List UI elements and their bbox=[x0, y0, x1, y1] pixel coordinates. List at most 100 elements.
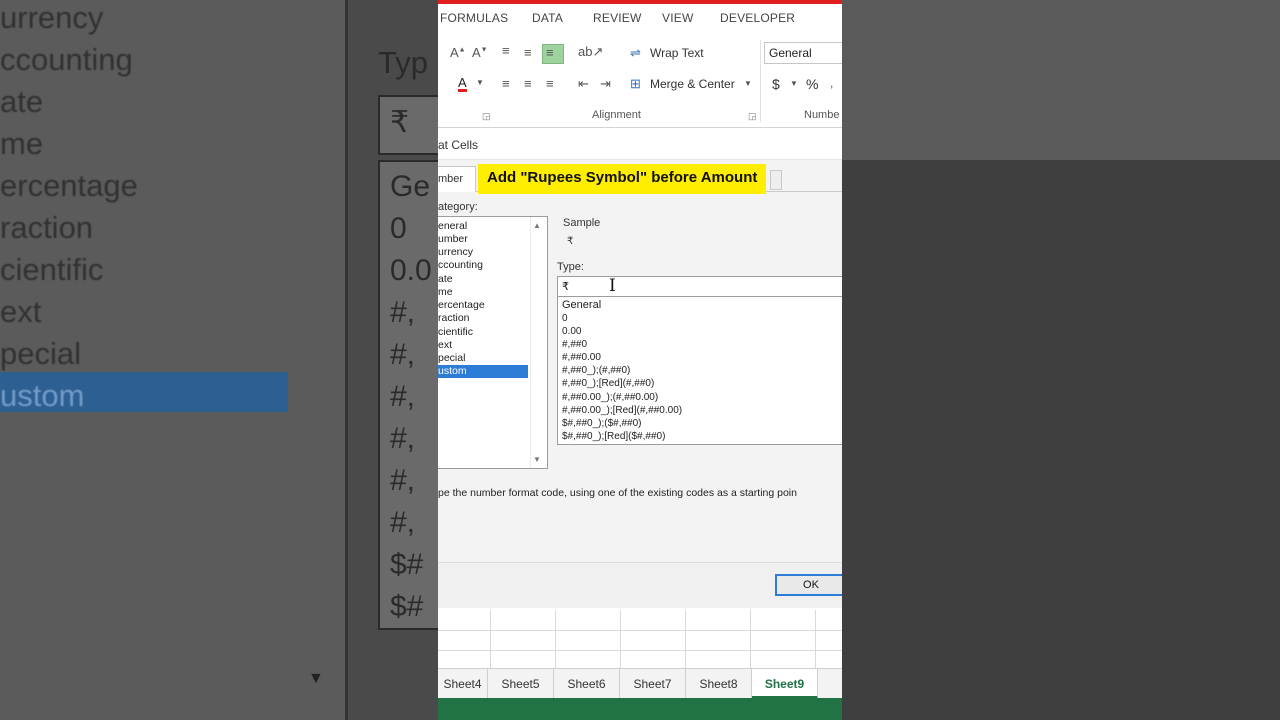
category-item[interactable]: eneral bbox=[438, 220, 528, 233]
category-item[interactable]: me bbox=[438, 286, 528, 299]
category-item[interactable]: raction bbox=[438, 312, 528, 325]
type-list-item[interactable]: General bbox=[562, 299, 601, 312]
type-label: Type: bbox=[557, 261, 584, 273]
increase-font-icon[interactable]: A▲ bbox=[450, 45, 466, 60]
type-list-item[interactable]: 0.00 bbox=[562, 325, 581, 338]
background-category: raction bbox=[0, 210, 94, 245]
tab-view[interactable]: VIEW bbox=[662, 11, 693, 25]
title-accent-bar bbox=[438, 0, 842, 4]
sheet-tab[interactable]: Sheet5 bbox=[488, 669, 554, 699]
sheet-tab[interactable]: Sheet6 bbox=[554, 669, 620, 699]
percent-format-button[interactable]: % bbox=[806, 76, 818, 92]
category-item[interactable]: cientific bbox=[438, 326, 528, 339]
category-item[interactable]: ercentage bbox=[438, 299, 528, 312]
category-item[interactable]: ate bbox=[438, 273, 528, 286]
tab-next[interactable] bbox=[770, 170, 782, 190]
sheet-tab[interactable]: Sheet8 bbox=[686, 669, 752, 699]
tab-data[interactable]: DATA bbox=[532, 11, 563, 25]
sheet-tabs: Sheet4 Sheet5 Sheet6 Sheet7 Sheet8 Sheet… bbox=[438, 668, 842, 699]
sheet-tab[interactable]: Sheet7 bbox=[620, 669, 686, 699]
comma-style-icon[interactable]: , bbox=[830, 76, 833, 90]
decrease-indent-icon[interactable]: ⇤ bbox=[578, 76, 589, 92]
category-item[interactable]: pecial bbox=[438, 352, 528, 365]
background-list-item: #, bbox=[390, 296, 416, 329]
dialog-launcher-icon[interactable]: ◲ bbox=[482, 111, 491, 122]
category-item[interactable]: umber bbox=[438, 233, 528, 246]
type-list-item[interactable]: #,##0 bbox=[562, 338, 587, 351]
background-list-item: Ge bbox=[390, 170, 431, 203]
tab-developer[interactable]: DEVELOPER bbox=[720, 11, 795, 25]
align-center-icon[interactable]: ≡ bbox=[524, 76, 532, 91]
chevron-down-icon[interactable]: ▼ bbox=[790, 79, 798, 88]
alignment-group-label: Alignment bbox=[592, 109, 641, 121]
sheet-tab[interactable]: Sheet4 bbox=[438, 669, 488, 699]
number-group-label: Numbe bbox=[804, 109, 840, 121]
worksheet-grid[interactable] bbox=[438, 610, 842, 668]
chevron-down-icon[interactable]: ▼ bbox=[476, 78, 484, 87]
background-list-item: #, bbox=[390, 422, 416, 455]
grid-column-line bbox=[685, 610, 686, 668]
increase-indent-icon[interactable]: ⇥ bbox=[600, 76, 611, 92]
type-list[interactable]: General 0 0.00 #,##0 #,##0.00 #,##0_);(#… bbox=[557, 297, 842, 445]
type-list-item[interactable]: 0 bbox=[562, 312, 568, 325]
wrap-text-icon: ⇌ bbox=[630, 45, 641, 60]
align-middle-icon[interactable]: ≡ bbox=[524, 45, 532, 60]
ribbon: FORMULAS DATA REVIEW VIEW DEVELOPER A▲ A… bbox=[438, 0, 842, 128]
currency-format-button[interactable]: $ bbox=[772, 76, 780, 92]
type-list-item[interactable]: #,##0.00 bbox=[562, 351, 601, 364]
type-list-item[interactable]: $#,##0_);($#,##0) bbox=[562, 417, 642, 430]
background-category: ccounting bbox=[0, 42, 133, 77]
type-input[interactable]: ₹ bbox=[557, 276, 842, 297]
type-list-item[interactable]: #,##0.00_);[Red](#,##0.00) bbox=[562, 404, 682, 417]
chevron-down-icon[interactable]: ▼ bbox=[744, 79, 752, 88]
background-category: ext bbox=[0, 294, 42, 329]
background-list-item: #, bbox=[390, 380, 416, 413]
orientation-icon[interactable]: ab↗ bbox=[578, 44, 603, 60]
category-list[interactable]: eneral umber urrency ccounting ate me er… bbox=[438, 216, 548, 469]
type-list-item[interactable]: #,##0_);(#,##0) bbox=[562, 364, 630, 377]
excel-window: FORMULAS DATA REVIEW VIEW DEVELOPER A▲ A… bbox=[438, 0, 842, 720]
type-list-item[interactable]: #,##0_);[Red](#,##0) bbox=[562, 377, 654, 390]
format-cells-dialog: at Cells mber Add "Rupees Symbol" before… bbox=[438, 130, 842, 608]
ok-button[interactable]: OK bbox=[775, 574, 842, 596]
background-category: ercentage bbox=[0, 168, 138, 203]
category-item[interactable]: ccounting bbox=[438, 259, 528, 272]
tab-number[interactable]: mber bbox=[438, 166, 476, 192]
align-left-icon[interactable]: ≡ bbox=[502, 76, 510, 91]
category-item[interactable]: urrency bbox=[438, 246, 528, 259]
background-list-item: #, bbox=[390, 464, 416, 497]
background-type-value: ₹ bbox=[390, 106, 410, 139]
tutorial-banner: Add "Rupees Symbol" before Amount bbox=[478, 164, 767, 194]
background-category: ate bbox=[0, 84, 44, 119]
scroll-up-icon[interactable]: ▲ bbox=[533, 221, 541, 230]
background-category: urrency bbox=[0, 0, 104, 35]
background-list-item: 0.0 bbox=[390, 254, 432, 287]
wrap-text-button[interactable]: Wrap Text bbox=[650, 46, 704, 60]
background-category: cientific bbox=[0, 252, 104, 287]
status-bar bbox=[438, 698, 842, 720]
category-scrollbar[interactable] bbox=[530, 217, 531, 468]
grid-column-line bbox=[490, 610, 491, 668]
merge-center-icon: ⊞ bbox=[630, 76, 641, 91]
align-right-icon[interactable]: ≡ bbox=[546, 76, 554, 91]
type-list-item[interactable]: #,##0.00_);(#,##0.00) bbox=[562, 391, 658, 404]
background-list-item: 0 bbox=[390, 212, 407, 245]
background-divider bbox=[345, 0, 348, 720]
tab-review[interactable]: REVIEW bbox=[593, 11, 642, 25]
category-item[interactable]: ext bbox=[438, 339, 528, 352]
category-item-selected[interactable]: ustom bbox=[438, 365, 528, 378]
grid-column-line bbox=[815, 610, 816, 668]
grid-row-line bbox=[438, 630, 842, 631]
font-color-icon[interactable]: A bbox=[458, 76, 467, 92]
background-category: me bbox=[0, 126, 44, 161]
merge-center-button[interactable]: Merge & Center bbox=[650, 77, 735, 91]
scroll-down-icon[interactable]: ▼ bbox=[533, 455, 541, 464]
background-scroll-down-icon: ▼ bbox=[308, 670, 324, 687]
number-format-select[interactable]: General bbox=[764, 42, 842, 64]
align-top-icon[interactable]: ≡ bbox=[502, 43, 510, 58]
decrease-font-icon[interactable]: A▼ bbox=[472, 45, 488, 60]
tab-formulas[interactable]: FORMULAS bbox=[440, 11, 508, 25]
sheet-tab-active[interactable]: Sheet9 bbox=[752, 669, 818, 699]
dialog-launcher-icon[interactable]: ◲ bbox=[748, 111, 757, 122]
type-list-item[interactable]: $#,##0_);[Red]($#,##0) bbox=[562, 430, 665, 443]
